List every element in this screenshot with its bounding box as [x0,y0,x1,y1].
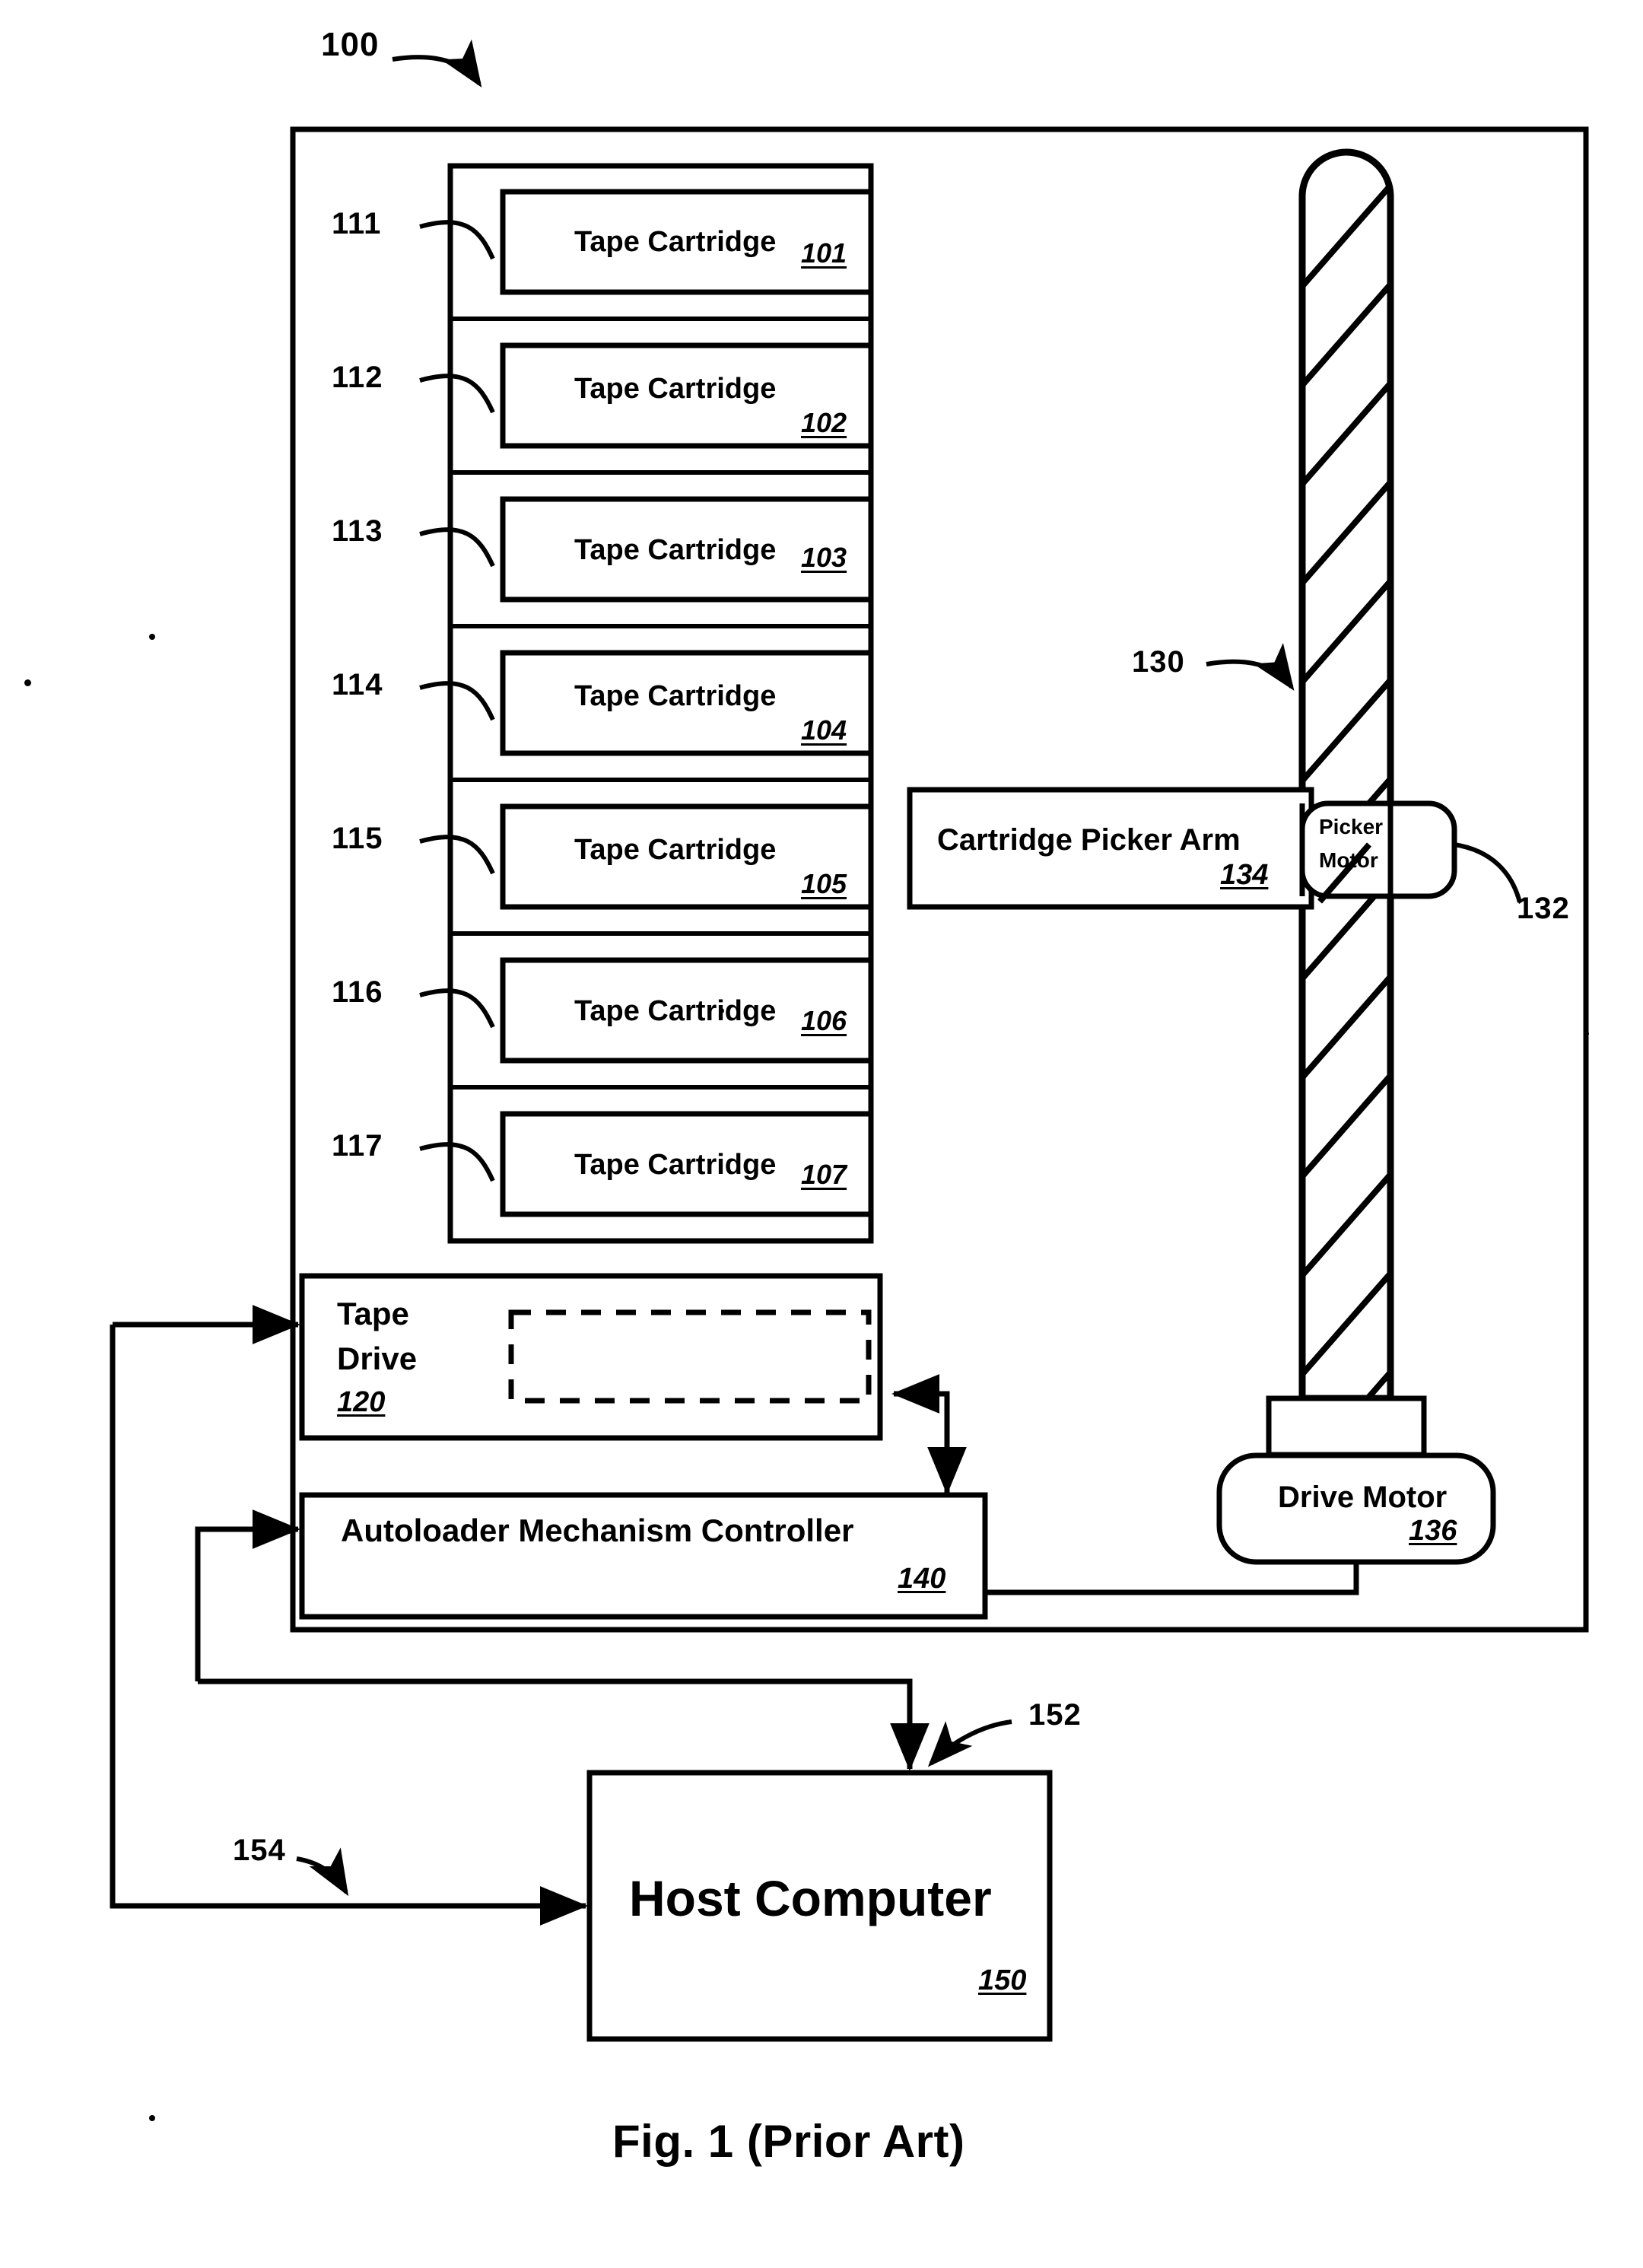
cartridge-label-106: Tape Cartridge [574,995,777,1027]
picker-arm-label: Cartridge Picker Arm [937,823,1241,857]
reference-112: 112 [332,361,383,394]
cartridge-number-103: 103 [801,542,847,573]
reference-132: 132 [1517,892,1570,925]
reference-115: 115 [332,822,383,855]
cartridge-label-103: Tape Cartridge [574,534,777,566]
reference-154: 154 [233,1834,286,1867]
cartridge-label-102: Tape Cartridge [574,373,777,405]
scan-speck [149,2115,155,2121]
controller-label: Autoloader Mechanism Controller [341,1513,854,1548]
leader-154 [296,1847,349,1897]
reference-117: 117 [332,1129,383,1163]
cartridge-label-104: Tape Cartridge [574,680,777,712]
leader-112 [419,374,495,414]
cartridge-number-102: 102 [801,407,847,438]
bus-152-left-leg [195,1526,228,1681]
scan-speck [24,679,31,686]
scan-speck [719,1008,724,1013]
picker-motor-label-line1: Picker [1319,815,1384,838]
diagram-vector-layer [110,39,1589,2042]
cartridge-label-105: Tape Cartridge [574,834,777,866]
leader-115 [419,835,495,875]
cartridge-number-101: 101 [801,237,847,269]
leader-130 [1206,642,1295,691]
cartridge-number-105: 105 [801,868,847,899]
reference-114: 114 [332,668,383,701]
bus-152 [198,1678,930,1771]
tape-drive-label-line1: Tape [337,1296,409,1331]
link-drive-motor-to-controller [985,1562,1359,1595]
leader-116 [419,988,495,1029]
drive-motor-label: Drive Motor [1278,1481,1448,1514]
cartridge-label-101: Tape Cartridge [574,226,777,258]
reference-116: 116 [332,975,383,1009]
picker-motor-label-line2: Motor [1319,848,1378,872]
reference-130: 130 [1132,645,1185,679]
tape-drive-number: 120 [337,1386,386,1418]
drive-motor-number: 136 [1409,1515,1457,1547]
tape-drive-label-line2: Drive [337,1341,418,1376]
picker-arm-number: 134 [1220,859,1269,891]
reference-100: 100 [321,26,380,63]
cartridge-number-107: 107 [801,1159,847,1190]
scan-speck [1584,1031,1589,1036]
reference-113: 113 [332,514,383,548]
screw-collar [1266,1395,1427,1458]
patent-figure-page: 100 111 112 113 114 115 116 117 Tape Car… [0,0,1643,2268]
leader-114 [419,681,495,721]
host-computer-label: Host Computer [629,1870,992,1926]
leader-132 [1454,842,1522,903]
link-controller-to-tapedrive [891,1374,950,1491]
figure-caption: Fig. 1 (Prior Art) [612,2116,965,2167]
leader-113 [419,527,495,568]
leader-111 [419,220,495,260]
cartridge-label-107: Tape Cartridge [574,1149,777,1181]
cartridge-number-106: 106 [801,1005,847,1036]
leader-100 [392,39,482,87]
reference-152: 152 [1028,1698,1082,1732]
scan-speck [149,634,155,640]
reference-111: 111 [332,207,382,240]
host-computer-number: 150 [978,1964,1027,1996]
leader-117 [419,1142,495,1182]
leader-152 [927,1719,1012,1767]
cartridge-number-104: 104 [801,714,847,746]
controller-number: 140 [898,1563,946,1595]
